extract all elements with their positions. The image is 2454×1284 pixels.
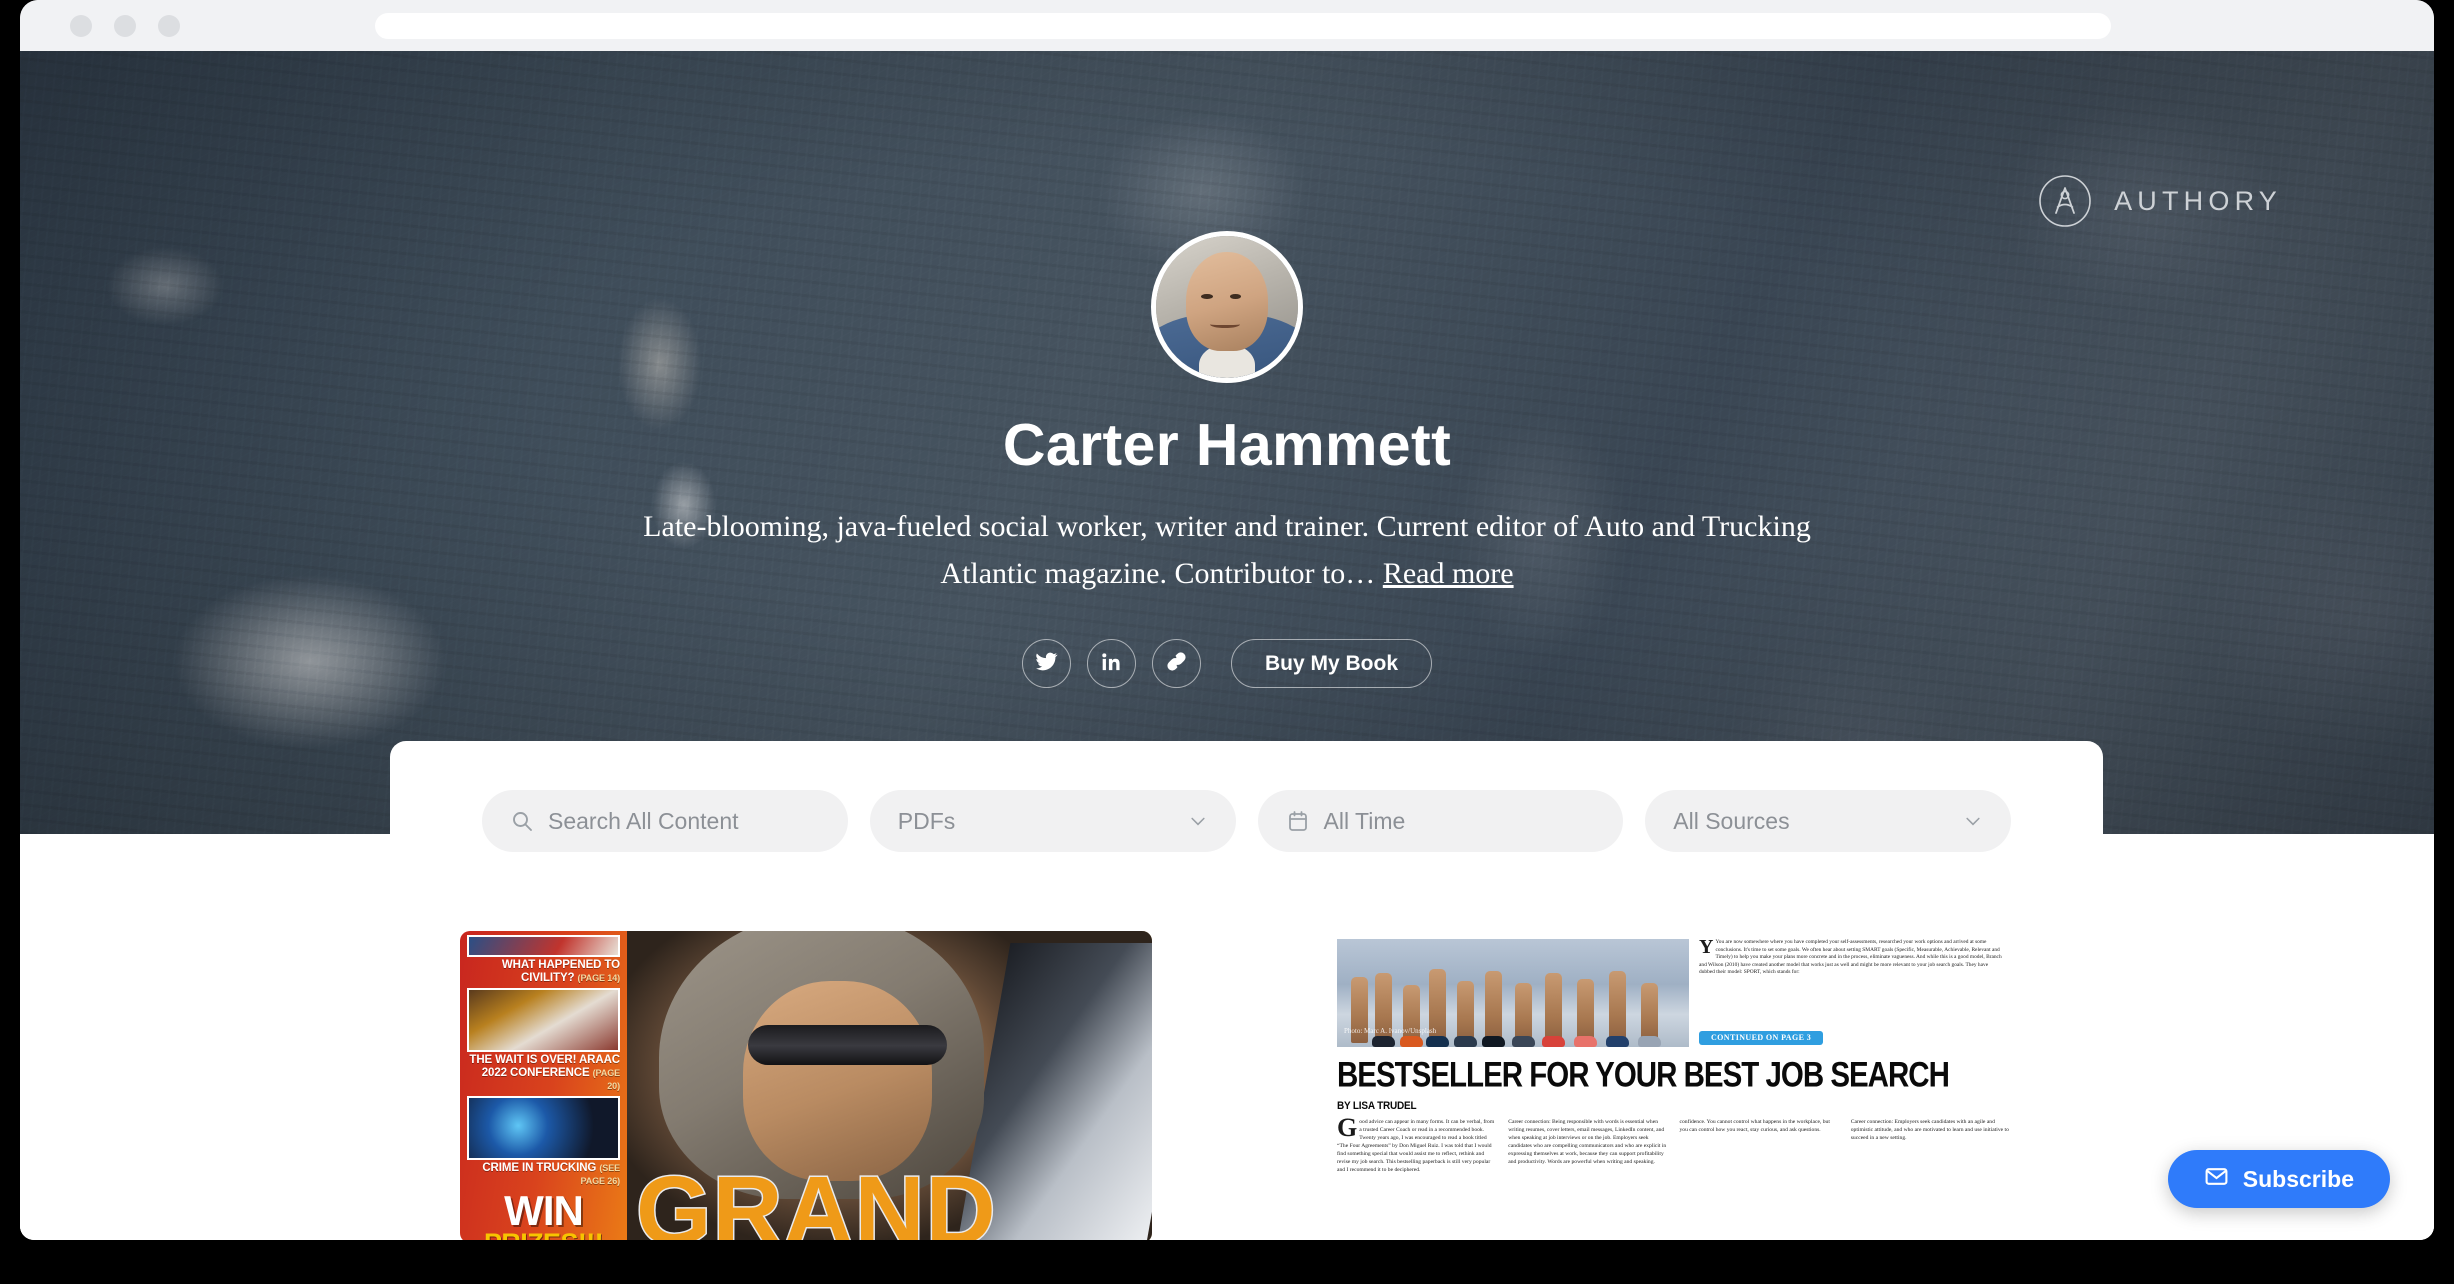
news-column: confidence. You cannot control what happ…: [1680, 1118, 1838, 1238]
magazine-thumb: [467, 988, 620, 1052]
search-input[interactable]: Search All Content: [482, 790, 848, 852]
news-byline: BY LISA TRUDEL: [1337, 1100, 1417, 1113]
news-column: Career connection: Employers seek candid…: [1851, 1118, 2009, 1238]
profile-bio: Late-blooming, java-fueled social worker…: [637, 503, 1817, 597]
content-type-value: PDFs: [897, 807, 956, 834]
social-link-website[interactable]: [1151, 639, 1201, 688]
maximize-window-dot[interactable]: [158, 14, 180, 37]
magazine-thumb: [467, 1096, 620, 1160]
news-dropcap: Y: [1699, 939, 1714, 958]
content-card-news-article[interactable]: Photo: Marc A. Ivanov/Unsplash Y You are …: [1327, 931, 2019, 1240]
page-viewport: AUTHORY Carter Hammett Late-blooming, ja…: [20, 51, 2434, 1240]
avatar[interactable]: [1151, 231, 1303, 383]
magazine-grand-label: GRAND: [635, 1156, 998, 1241]
browser-window: AUTHORY Carter Hammett Late-blooming, ja…: [20, 0, 2434, 1240]
sources-value: All Sources: [1673, 807, 1790, 834]
content-type-select[interactable]: PDFs: [869, 790, 1236, 852]
url-bar[interactable]: [375, 12, 2111, 39]
news-dropcap: G: [1337, 1118, 1358, 1142]
linkedin-icon: [1100, 650, 1123, 678]
magazine-caption: THE WAIT IS OVER! ARAAC 2022 CONFERENCE …: [467, 1054, 620, 1093]
news-photo-runners: Photo: Marc A. Ivanov/Unsplash: [1337, 939, 1689, 1047]
news-column-text: Career connection: Being responsible wit…: [1508, 1119, 1667, 1165]
subscribe-button[interactable]: Subscribe: [2167, 1150, 2390, 1208]
magazine-win-label: WIN: [504, 1187, 584, 1234]
magazine-cover: WHAT HAPPENED TO CIVILITY? (PAGE 14) THE…: [460, 931, 1152, 1240]
social-link-twitter[interactable]: [1021, 639, 1071, 688]
chevron-down-icon: [1188, 811, 1208, 831]
magazine-caption-page: (PAGE 14): [577, 973, 621, 983]
news-headline: BESTSELLER FOR YOUR BEST JOB SEARCH: [1337, 1056, 1950, 1095]
magazine-prizes-label: PRIZES!!!: [467, 1230, 620, 1241]
news-top-row: Photo: Marc A. Ivanov/Unsplash Y You are …: [1337, 939, 2009, 1047]
minimize-window-dot[interactable]: [114, 14, 136, 37]
news-column: Good advice can appear in many forms. It…: [1337, 1118, 1495, 1238]
browser-chrome: [20, 0, 2434, 51]
news-side-text: You are now somewhere where you have com…: [1699, 939, 2002, 976]
time-range-select[interactable]: All Time: [1257, 790, 1624, 852]
content-grid: WHAT HAPPENED TO CIVILITY? (PAGE 14) THE…: [20, 901, 2434, 1240]
hero-banner: AUTHORY Carter Hammett Late-blooming, ja…: [20, 51, 2434, 834]
read-more-link[interactable]: Read more: [1383, 557, 1514, 590]
search-input-placeholder: Search All Content: [548, 807, 739, 834]
magazine-thumb: [467, 935, 620, 957]
magazine-caption: WHAT HAPPENED TO CIVILITY? (PAGE 14): [467, 959, 620, 985]
envelope-icon: [2204, 1164, 2229, 1194]
sources-select[interactable]: All Sources: [1645, 790, 2011, 852]
magazine-caption: CRIME IN TRUCKING (SEE PAGE 26): [467, 1162, 620, 1188]
chevron-down-icon: [1963, 811, 1983, 831]
hero-action-row: Buy My Book: [1021, 639, 1433, 688]
news-body-columns: Good advice can appear in many forms. It…: [1337, 1118, 2009, 1238]
close-window-dot[interactable]: [70, 14, 92, 37]
twitter-icon: [1035, 650, 1058, 678]
magazine-sidebar: WHAT HAPPENED TO CIVILITY? (PAGE 14) THE…: [460, 931, 627, 1240]
page-title: Carter Hammett: [1002, 412, 1452, 478]
magazine-caption-text: CRIME IN TRUCKING: [482, 1162, 597, 1174]
news-column-text: ood advice can appear in many forms. It …: [1337, 1119, 1495, 1173]
continued-badge: CONTINUED ON PAGE 3: [1699, 1031, 1824, 1045]
traffic-lights: [70, 14, 180, 37]
search-icon: [510, 809, 534, 833]
news-side-column: Y You are now somewhere where you have co…: [1699, 939, 2009, 1047]
authory-logo[interactable]: AUTHORY: [2038, 174, 2282, 228]
calendar-icon: [1286, 809, 1310, 833]
news-column: Career connection: Being responsible wit…: [1508, 1118, 1666, 1238]
authory-compass-icon: [2038, 174, 2092, 228]
buy-my-book-button[interactable]: Buy My Book: [1230, 639, 1433, 688]
news-column-text: Career connection: Employers seek candid…: [1850, 1119, 2009, 1141]
news-article-page: Photo: Marc A. Ivanov/Unsplash Y You are …: [1327, 931, 2019, 1240]
authory-wordmark: AUTHORY: [2114, 185, 2282, 216]
magazine-caption-page: (PAGE 20): [592, 1068, 620, 1091]
filter-panel: Search All Content PDFs All Time All Sou…: [390, 741, 2103, 901]
subscribe-label: Subscribe: [2242, 1165, 2354, 1192]
profile-bio-text: Late-blooming, java-fueled social worker…: [643, 510, 1811, 590]
news-column-text: confidence. You cannot control what happ…: [1679, 1119, 1830, 1133]
avatar-photo: [1156, 236, 1298, 378]
social-link-linkedin[interactable]: [1086, 639, 1136, 688]
time-range-value: All Time: [1323, 807, 1406, 834]
content-card-magazine[interactable]: WHAT HAPPENED TO CIVILITY? (PAGE 14) THE…: [460, 931, 1152, 1240]
news-photo-credit: Photo: Marc A. Ivanov/Unsplash: [1344, 1027, 1437, 1035]
link-chain-icon: [1165, 650, 1188, 678]
